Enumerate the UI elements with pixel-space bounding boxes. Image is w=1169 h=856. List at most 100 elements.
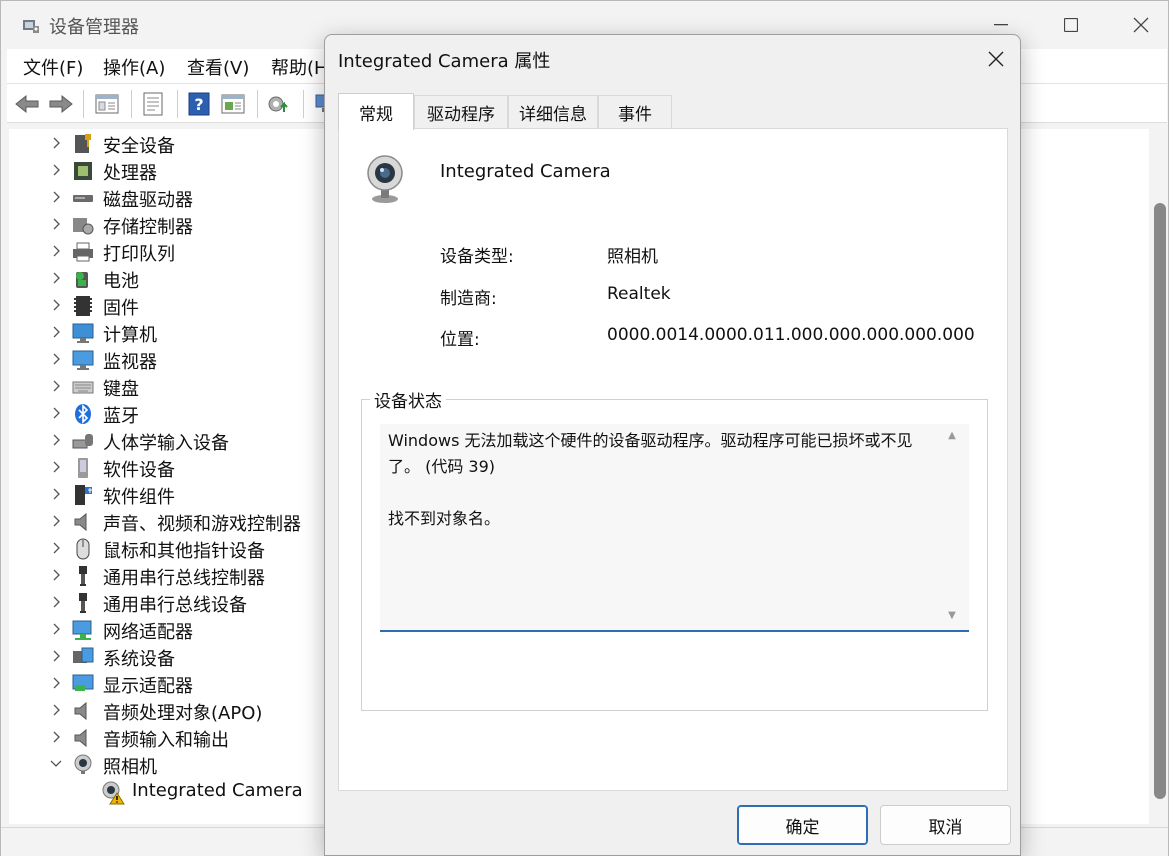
menu-file[interactable]: 文件(F)	[23, 54, 83, 80]
chevron-right-icon[interactable]	[49, 594, 63, 610]
tab-strip: 常规 驱动程序 详细信息 事件	[338, 93, 1018, 130]
computer-icon	[72, 322, 94, 344]
tree-item[interactable]: 人体学输入设备	[9, 427, 329, 454]
chevron-right-icon[interactable]	[49, 270, 63, 286]
tab-general[interactable]: 常规	[338, 93, 414, 130]
tab-details[interactable]: 详细信息	[508, 95, 598, 129]
chevron-right-icon[interactable]	[49, 432, 63, 448]
tree-item-label: 通用串行总线控制器	[103, 568, 265, 589]
chevron-right-icon[interactable]	[49, 216, 63, 232]
menu-view[interactable]: 查看(V)	[187, 54, 249, 80]
tree-item[interactable]: 安全设备	[9, 130, 329, 157]
properties-button[interactable]	[139, 90, 167, 118]
tree-item[interactable]: 蓝牙	[9, 400, 329, 427]
chevron-right-icon[interactable]	[49, 648, 63, 664]
scroll-up-arrow-icon[interactable]: ▲	[944, 430, 960, 444]
tree-item[interactable]: 电池	[9, 265, 329, 292]
maximize-button[interactable]	[1041, 1, 1101, 49]
device-status-textbox[interactable]: Windows 无法加载这个硬件的设备驱动程序。驱动程序可能已损坏或不见了。 (…	[380, 424, 969, 632]
chevron-right-icon[interactable]	[49, 162, 63, 178]
mouse-icon	[72, 538, 94, 560]
chevron-right-icon[interactable]	[49, 378, 63, 394]
chevron-right-icon[interactable]	[49, 513, 63, 529]
update-driver-button[interactable]	[265, 90, 293, 118]
tree-item[interactable]: 声音、视频和游戏控制器	[9, 508, 329, 535]
tab-driver[interactable]: 驱动程序	[414, 95, 508, 129]
forward-button[interactable]	[47, 90, 75, 118]
tree-item[interactable]: 音频处理对象(APO)	[9, 697, 329, 724]
tree-item[interactable]: 打印队列	[9, 238, 329, 265]
system-device-icon	[72, 646, 94, 668]
tree-item[interactable]: 系统设备	[9, 643, 329, 670]
show-hide-tree-button[interactable]	[93, 90, 121, 118]
tree-item[interactable]: 软件设备	[9, 454, 329, 481]
tree-item-label: 音频处理对象(APO)	[103, 703, 263, 724]
tree-item-label: 显示适配器	[103, 676, 193, 697]
toolbar-divider	[83, 90, 84, 118]
tree-item[interactable]: 音频输入和输出	[9, 724, 329, 751]
chevron-right-icon[interactable]	[49, 324, 63, 340]
back-button[interactable]	[13, 90, 41, 118]
close-window-button[interactable]	[1111, 1, 1169, 49]
chevron-right-icon[interactable]	[49, 486, 63, 502]
tree-item[interactable]: 存储控制器	[9, 211, 329, 238]
tree-item-label: 计算机	[103, 325, 157, 346]
chevron-right-icon[interactable]	[49, 540, 63, 556]
speaker-icon	[72, 511, 94, 533]
tree-item-label: 固件	[103, 298, 139, 319]
tree-item[interactable]: 通用串行总线控制器	[9, 562, 329, 589]
tree-item-label: 存储控制器	[103, 217, 193, 238]
device-manager-icon	[21, 15, 41, 35]
tree-child-label: Integrated Camera	[132, 780, 303, 801]
chevron-right-icon[interactable]	[49, 405, 63, 421]
chevron-right-icon[interactable]	[49, 135, 63, 151]
tree-item[interactable]: 键盘	[9, 373, 329, 400]
chevron-right-icon[interactable]	[49, 297, 63, 313]
chevron-right-icon[interactable]	[49, 459, 63, 475]
storage-controller-icon	[72, 214, 94, 236]
chevron-right-icon[interactable]	[49, 567, 63, 583]
tree-item-label: 打印队列	[103, 244, 175, 265]
chevron-down-icon[interactable]	[49, 756, 63, 772]
help-button[interactable]: ?	[185, 90, 213, 118]
chevron-right-icon[interactable]	[49, 675, 63, 691]
chevron-right-icon[interactable]	[49, 702, 63, 718]
tree-item[interactable]: 监视器	[9, 346, 329, 373]
toolbar-divider	[131, 90, 132, 118]
action-view-button[interactable]	[219, 90, 247, 118]
properties-icon	[143, 92, 163, 116]
toolbar-divider	[303, 90, 304, 118]
tree-item[interactable]: 鼠标和其他指针设备	[9, 535, 329, 562]
tree-item[interactable]: 软件组件	[9, 481, 329, 508]
tree-item[interactable]: 固件	[9, 292, 329, 319]
tree-item[interactable]: 处理器	[9, 157, 329, 184]
location-label: 位置:	[440, 330, 480, 350]
chevron-right-icon[interactable]	[49, 621, 63, 637]
tab-events[interactable]: 事件	[598, 95, 672, 129]
chevron-right-icon[interactable]	[49, 351, 63, 367]
tree-child-item[interactable]: Integrated Camera	[9, 778, 329, 805]
tree-item[interactable]: 通用串行总线设备	[9, 589, 329, 616]
cancel-button[interactable]: 取消	[880, 805, 1011, 845]
tree-item[interactable]: 显示适配器	[9, 670, 329, 697]
tree-item[interactable]: 照相机	[9, 751, 329, 778]
firmware-icon	[72, 295, 94, 317]
disk-drive-icon	[72, 187, 94, 209]
processor-icon	[72, 160, 94, 182]
device-status-title: 设备状态	[370, 387, 446, 412]
tree-item[interactable]: 磁盘驱动器	[9, 184, 329, 211]
tree-item[interactable]: 计算机	[9, 319, 329, 346]
toolbar-divider	[177, 90, 178, 118]
tree-item-label: 蓝牙	[103, 406, 139, 427]
tree-item[interactable]: 网络适配器	[9, 616, 329, 643]
ok-button[interactable]: 确定	[737, 805, 868, 845]
chevron-right-icon[interactable]	[49, 729, 63, 745]
minimize-icon	[994, 24, 1008, 26]
dialog-close-button[interactable]	[976, 43, 1016, 75]
chevron-right-icon[interactable]	[49, 189, 63, 205]
chevron-right-icon[interactable]	[49, 243, 63, 259]
menu-action[interactable]: 操作(A)	[103, 54, 165, 80]
scroll-down-arrow-icon[interactable]: ▼	[944, 610, 960, 624]
help-icon: ?	[188, 92, 210, 116]
main-scrollbar-thumb[interactable]	[1154, 203, 1166, 799]
